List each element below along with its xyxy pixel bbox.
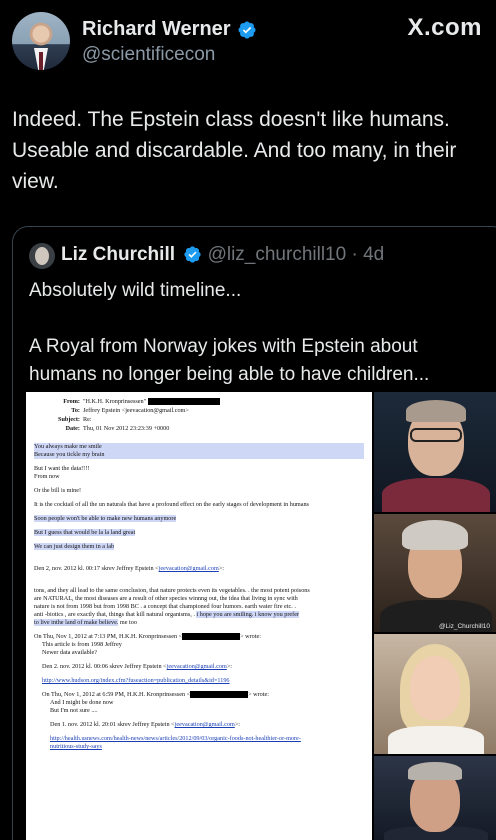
- quoted-name-row[interactable]: Liz Churchill @liz_churchill10 · 4d: [61, 244, 384, 266]
- author-name-row[interactable]: Richard Werner: [82, 18, 257, 41]
- quoted-name[interactable]: Liz Churchill: [61, 244, 175, 265]
- quoted-handle[interactable]: @liz_churchill10: [208, 244, 347, 265]
- quoted-media[interactable]: From: "H.K.H. Kronprinsessen" To: Jeffrey …: [26, 392, 496, 840]
- portrait-photo-1: [374, 392, 496, 512]
- quoted-text-line-2: A Royal from Norway jokes with Epstein a…: [29, 336, 430, 385]
- avatar-tie: [39, 52, 43, 70]
- author-handle[interactable]: @scientificecon: [82, 44, 215, 66]
- tweet-text: Indeed. The Epstein class doesn't like h…: [12, 108, 457, 193]
- tweet-header: Richard Werner @scientificecon X.com: [0, 0, 496, 80]
- portrait-photo-2: @Liz_Churchill10: [374, 514, 496, 632]
- portrait-photo-4: [374, 756, 496, 840]
- portrait-photo-3: [374, 634, 496, 754]
- email-document-image: From: "H.K.H. Kronprinsessen" To: Jeffrey …: [26, 392, 372, 840]
- quoted-avatar[interactable]: [29, 243, 55, 269]
- photo-collage: @Liz_Churchill10: [372, 392, 496, 840]
- email-header: From: "H.K.H. Kronprinsessen" To: Jeffrey …: [42, 398, 364, 433]
- author-name[interactable]: Richard Werner: [82, 18, 231, 40]
- verified-badge-icon: [184, 246, 201, 264]
- quoted-text-line-1: Absolutely wild timeline...: [29, 280, 242, 301]
- quoted-age: · 4d: [351, 244, 385, 265]
- author-avatar[interactable]: [12, 12, 70, 70]
- brand-logo: X.com: [407, 14, 482, 41]
- photo-watermark: @Liz_Churchill10: [438, 623, 490, 630]
- verified-badge-icon: [238, 21, 256, 39]
